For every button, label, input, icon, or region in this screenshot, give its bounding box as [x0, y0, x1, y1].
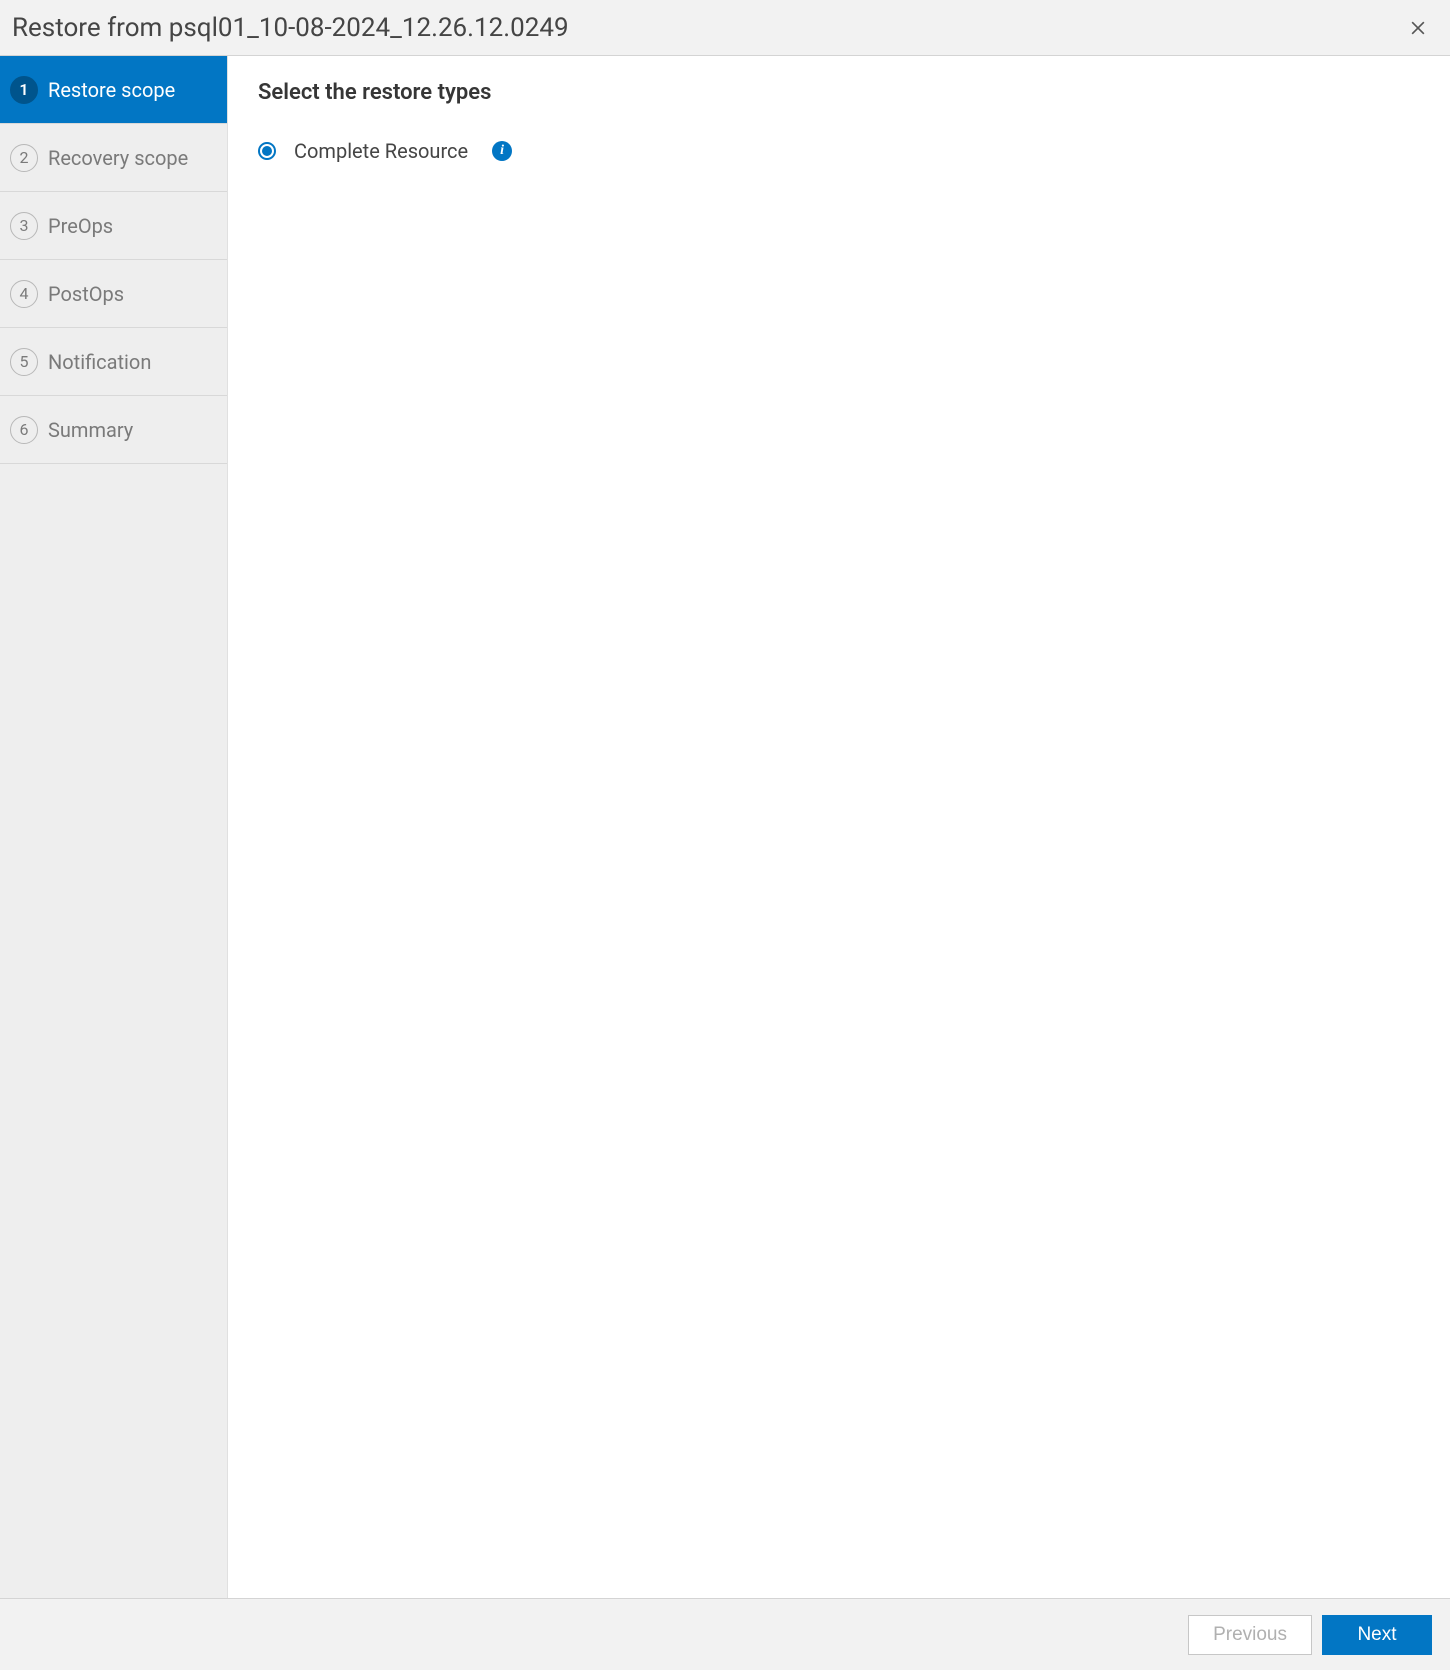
- close-button[interactable]: [1406, 16, 1430, 40]
- wizard-sidebar: 1 Restore scope 2 Recovery scope 3 PreOp…: [0, 56, 228, 1598]
- complete-resource-radio[interactable]: [258, 142, 276, 160]
- step-postops[interactable]: 4 PostOps: [0, 260, 227, 328]
- info-icon[interactable]: i: [492, 141, 512, 161]
- dialog-header: Restore from psql01_10-08-2024_12.26.12.…: [0, 0, 1450, 56]
- step-restore-scope[interactable]: 1 Restore scope: [0, 56, 227, 124]
- dialog-body: 1 Restore scope 2 Recovery scope 3 PreOp…: [0, 56, 1450, 1598]
- close-icon: [1408, 18, 1428, 38]
- dialog-title: Restore from psql01_10-08-2024_12.26.12.…: [12, 13, 569, 43]
- content-title: Select the restore types: [258, 80, 1420, 105]
- step-number: 6: [10, 416, 38, 444]
- wizard-content: Select the restore types Complete Resour…: [228, 56, 1450, 1598]
- step-label: PreOps: [48, 214, 113, 238]
- step-number: 1: [10, 76, 38, 104]
- restore-type-option: Complete Resource i: [258, 139, 1420, 163]
- step-label: Notification: [48, 350, 151, 374]
- step-recovery-scope[interactable]: 2 Recovery scope: [0, 124, 227, 192]
- step-label: Recovery scope: [48, 146, 188, 170]
- step-preops[interactable]: 3 PreOps: [0, 192, 227, 260]
- step-label: Summary: [48, 418, 133, 442]
- step-label: Restore scope: [48, 78, 175, 102]
- radio-dot-icon: [262, 146, 272, 156]
- step-number: 4: [10, 280, 38, 308]
- next-button[interactable]: Next: [1322, 1615, 1432, 1655]
- step-number: 5: [10, 348, 38, 376]
- restore-dialog: Restore from psql01_10-08-2024_12.26.12.…: [0, 0, 1450, 1670]
- step-notification[interactable]: 5 Notification: [0, 328, 227, 396]
- complete-resource-label: Complete Resource: [294, 139, 468, 163]
- step-summary[interactable]: 6 Summary: [0, 396, 227, 464]
- step-number: 3: [10, 212, 38, 240]
- dialog-footer: Previous Next: [0, 1598, 1450, 1670]
- step-number: 2: [10, 144, 38, 172]
- step-label: PostOps: [48, 282, 124, 306]
- previous-button[interactable]: Previous: [1188, 1615, 1312, 1655]
